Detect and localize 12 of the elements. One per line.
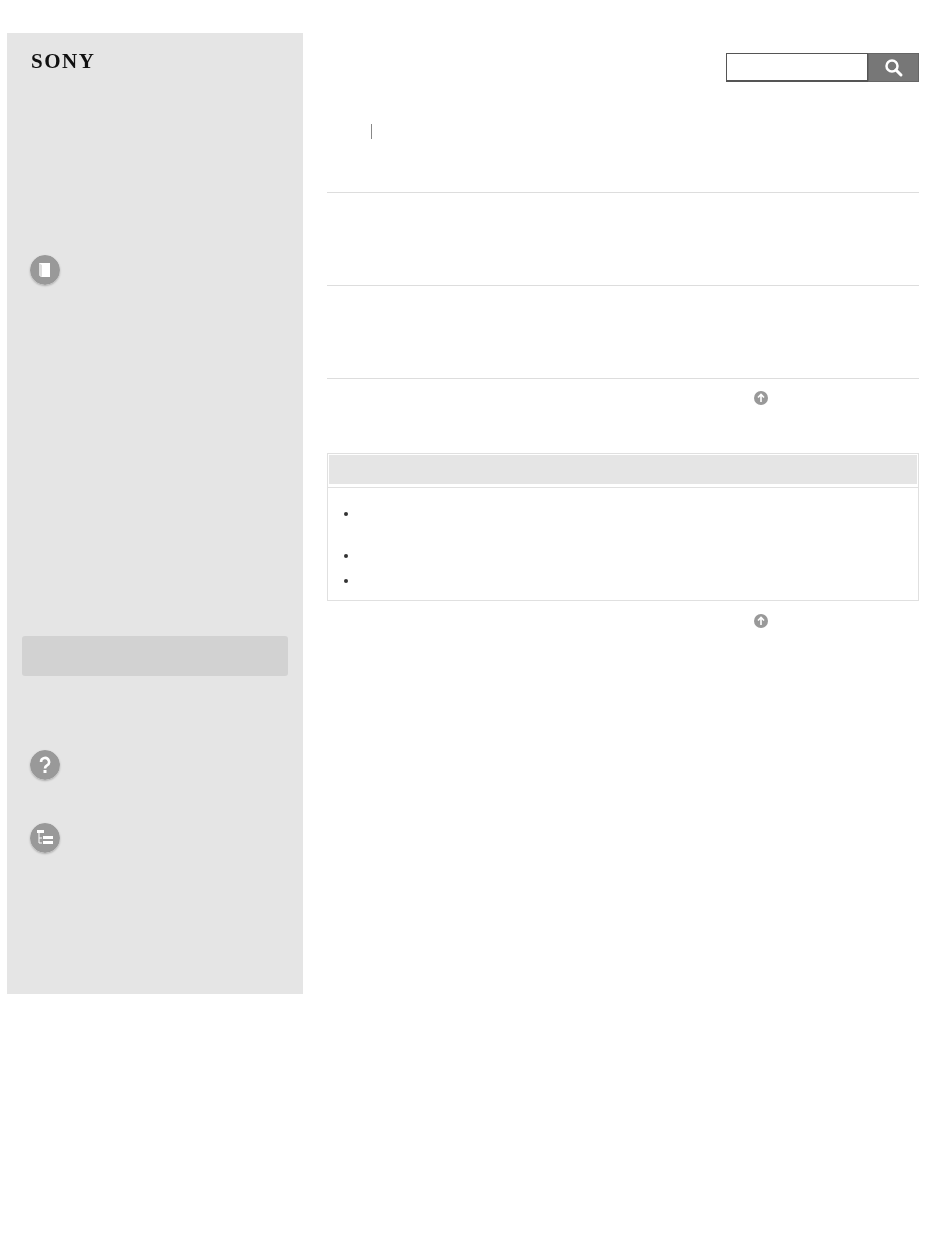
book-icon[interactable] — [30, 255, 60, 285]
back-to-top-icon[interactable] — [754, 391, 768, 405]
bullet-dot — [344, 579, 348, 583]
search-field[interactable] — [726, 53, 868, 82]
bullet-dot — [344, 512, 348, 516]
bullet-dot — [344, 554, 348, 558]
tree-icon[interactable] — [30, 823, 60, 853]
search-icon — [883, 57, 904, 78]
back-to-top-icon[interactable] — [754, 614, 768, 628]
help-icon[interactable] — [30, 750, 60, 780]
search-button[interactable] — [868, 53, 919, 82]
logo[interactable]: SONY — [31, 50, 96, 72]
